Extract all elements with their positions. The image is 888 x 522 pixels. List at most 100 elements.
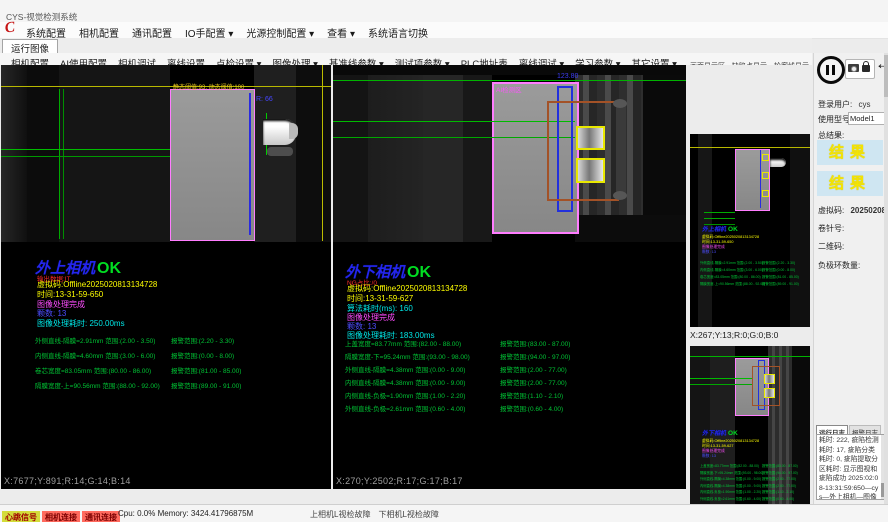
negative-ring-count-label: 负极环数量: [818,260,860,271]
green-guide-line [690,384,752,385]
result-badge-2: 结果 [817,171,883,196]
green-guide-line [690,378,752,379]
result-count: 颗数: 13 [702,250,716,255]
defect-highlight-rect [762,154,769,161]
green-guide-line [333,80,686,81]
status-badges: 心跳信号相机连接通讯连接 [2,507,122,522]
defect-highlight-rect [764,374,775,384]
camera-alert-text: 上相机L视检故障 下相机L视检故障 [310,509,439,520]
measurement-value: 外侧直线-隔膜=2.91mm 范围:(2.00 - 3.50) [700,260,763,265]
measurement-value: 隔膜宽度-上=90.56mm 范围:(88.00 - 92.00) [35,380,160,390]
brown-roi-rect [547,101,619,201]
alarm-range: 报警范围:(0.60 - 4.00) [762,496,794,501]
yellow-guide-line [1,86,331,87]
result-badge-1: 结果 [817,140,883,165]
qr-code-label: 二维码: [818,241,844,252]
green-guide-line [63,89,64,239]
alarm-range: 报警范围:(94.00 - 97.00) [500,351,570,361]
result-status: OK [407,264,431,281]
virtual-code-label: 虚拟码: [818,206,844,215]
camera-icon[interactable] [848,64,859,72]
login-user-value: cys [858,100,870,109]
defect-highlight-rect [762,172,769,179]
virtual-code-value: 20250208 [850,206,886,215]
measurement-value: 内侧直线-负极=1.90mm 范围:(1.00 - 2.20) [345,390,465,400]
measurement-value: 卷芯宽度=83.05mm 范围:(80.00 - 86.00) [35,365,151,375]
result-count: 颗数: 13 [702,454,716,459]
alarm-range: 报警范围:(0.00 - 8.00) [762,267,795,272]
log-box[interactable]: 耗时: 222, 疵陷检测耗时: 17, 疵陷分类耗时: 0, 疵陷提取分区耗时… [816,434,885,500]
alarm-range: 报警范围:(1.10 - 2.10) [762,489,794,494]
mini-view-lower[interactable]: 外下相机OK 虚拟码:Offline2025020813134728 时间:13… [690,346,810,522]
image-band [368,65,423,242]
alarm-range: 报警范围:(2.20 - 3.30) [762,260,795,265]
title-bar: CYS-视觉检测系统 [0,0,888,22]
brown-roi-rect [752,366,780,406]
green-guide-line [333,137,575,138]
defect-highlight-rect [764,388,775,398]
alarm-range: 报警范围:(2.00 - 77.00) [500,377,567,387]
measurement-value: 隔膜宽度-下=95.24mm 范围:(93.00 - 98.00) [345,351,470,361]
mini-view-column: 外上相机OK 虚拟码:Offline2025020813134728 时间:13… [688,130,812,522]
result-title: 外上相机OK [702,224,738,233]
alarm-range: 报警范围:(2.00 - 77.00) [500,364,567,374]
measurement-value: 内侧直线-隔膜=4.38mm 范围:(0.00 - 9.00) [345,377,465,387]
alarm-range: 报警范围:(81.00 - 85.00) [762,274,799,279]
result-title: 外下相机OK [702,428,738,437]
measurement-value: 上盖宽度=83.77mm 范围:(82.00 - 88.00) [345,338,461,348]
mini-view-upper[interactable]: 外上相机OK 虚拟码:Offline2025020813134728 时间:13… [690,134,810,327]
status-badge: 相机连接 [42,511,80,522]
alarm-range: 报警范围:(94.00 - 97.00) [762,470,798,475]
result-status: OK [728,430,738,437]
app-window: CYS-视觉检测系统 C 系统配置相机配置通讯配置IO手配置 ▾光源控制配置 ▾… [0,0,888,522]
alarm-range: 报警范围:(0.00 - 8.00) [171,350,234,360]
measurement-value: 隔膜宽度-下=95.24mm 范围:(93.00 - 98.00) [700,470,763,475]
measurement-value: 外侧直线-隔膜=2.91mm 范围:(2.00 - 3.50) [35,335,155,345]
camera-view-lower[interactable]: AI检测区 123.80 外下相机OK NG占比:/0 虚拟码:Offline2… [333,65,686,489]
green-guide-line [690,356,810,357]
model-input[interactable] [848,112,888,125]
defect-highlight-rect [576,126,605,150]
measurement-value: 外侧直线-负极=2.61mm 范围:(0.60 - 4.00) [345,403,465,413]
login-user-label: 登录用户: [818,100,852,109]
blue-measure-line [249,93,251,235]
defect-highlight-rect [762,190,769,197]
green-guide-line [704,218,735,219]
alarm-range: 报警范围:(2.20 - 3.30) [171,335,234,345]
image-band [333,65,368,242]
camera-name: 外下相机 [702,431,726,437]
alarm-range: 报警范围:(2.00 - 77.00) [762,483,796,488]
login-user-row: 登录用户: cys [818,99,870,110]
result-status: OK [97,260,121,277]
image-band [790,134,810,327]
alarm-range: 报警范围:(1.10 - 2.10) [500,390,563,400]
measurement-value: 内侧直线-负极=1.90mm 范围:(1.00 - 2.20) [700,489,761,494]
lock-icon[interactable] [862,65,870,72]
app-logo-icon: C [4,19,16,37]
connector-tip [289,123,298,139]
measurement-value: 外侧直线-隔膜=4.38mm 范围:(0.00 - 9.00) [345,364,465,374]
camera-view-upper[interactable]: 静态阈值:93, 动态阈值:100 R: 66 外上相机OK 输出数据:IT 虚… [1,65,331,489]
pin-number-label: 卷针号: [818,223,844,234]
green-guide-line [333,121,575,122]
measurement-value: 内侧直线-隔膜=4.38mm 范围:(0.00 - 9.00) [700,483,761,488]
camera-tools-group [845,59,875,79]
image-band [333,65,686,75]
machine-post [616,103,626,195]
r-value-label: R: 66 [256,96,273,103]
measurement-value: 卷芯宽度=83.05mm 范围:(80.00 - 86.00) [700,274,761,279]
specimen-roi [170,89,255,241]
image-band [59,65,170,242]
yellow-guide-line [322,65,323,241]
image-band [1,65,27,242]
alarm-range: 报警范围:(89.00 - 91.00) [762,281,799,286]
connector-shadow [267,147,293,156]
image-band [792,346,810,522]
measurement-value: 外侧直线-负极=2.61mm 范围:(0.60 - 4.00) [700,496,761,501]
cpu-memory-text: Cpu: 0.0% Memory: 3424.41796875M [118,509,253,518]
pause-button[interactable] [817,56,845,84]
image-band [296,65,331,242]
panel-scrollbar[interactable] [884,53,888,504]
virtual-code-row: 虚拟码: 20250208 [818,205,886,216]
result-status: OK [728,226,738,233]
